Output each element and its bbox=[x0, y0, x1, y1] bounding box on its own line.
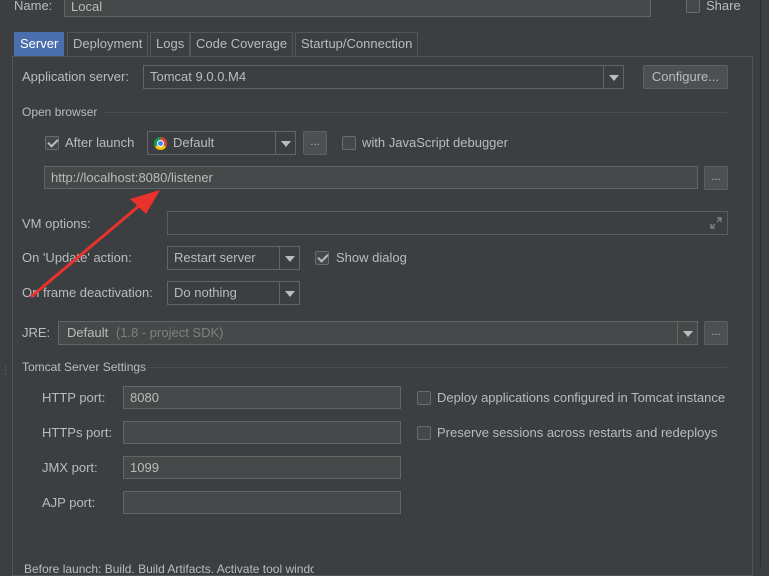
annotation-arrow bbox=[30, 190, 160, 298]
annotation-arrow-shaft bbox=[30, 198, 148, 298]
